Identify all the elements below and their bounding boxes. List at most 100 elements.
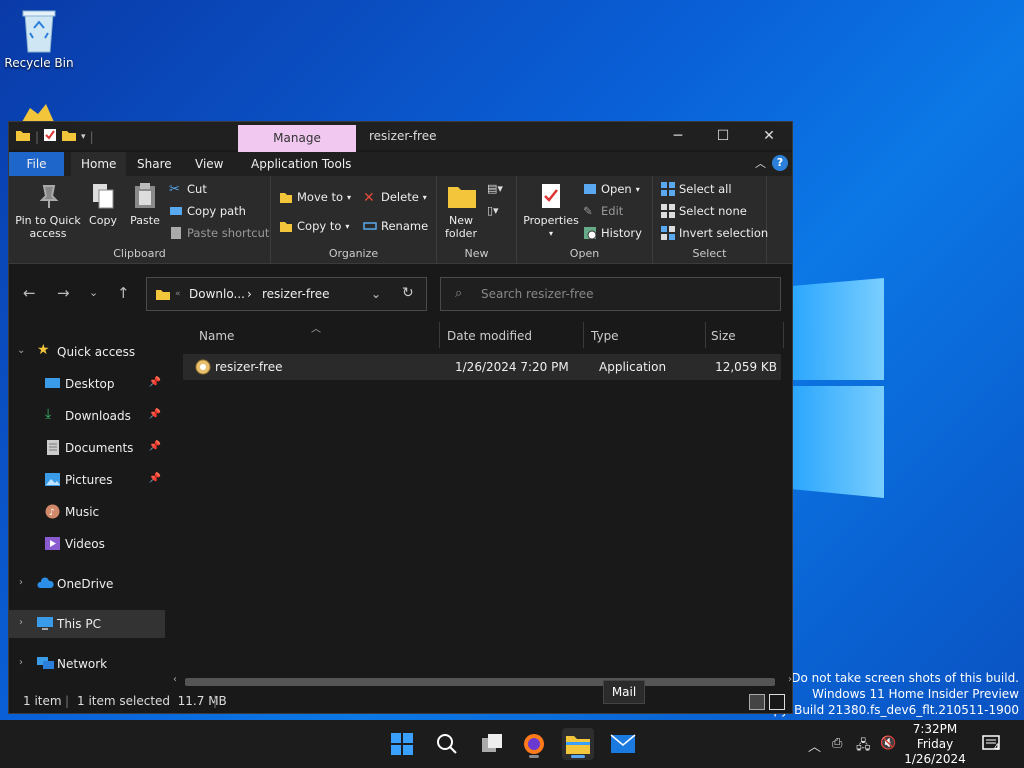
select-none-button[interactable]: Select none [661,204,747,218]
back-button[interactable]: ← [23,284,36,302]
collapse-ribbon-icon[interactable]: ︿ [755,155,766,171]
invert-selection-button[interactable]: Invert selection [661,226,768,240]
up-button[interactable]: ↑ [117,284,130,302]
open-button[interactable]: Open ▾ [583,182,640,196]
chevron-right-icon[interactable]: › [19,657,23,668]
history-button[interactable]: History [583,226,642,240]
rename-icon [363,219,377,233]
nav-desktop[interactable]: Desktop 📌 [9,370,165,398]
column-name[interactable]: Name [199,329,234,343]
scroll-left-icon[interactable]: ‹ [173,674,177,685]
tab-share[interactable]: Share [127,152,182,176]
breadcrumb-separator[interactable]: › [247,287,252,301]
new-folder-button[interactable]: New folder [441,182,481,240]
address-dropdown-icon[interactable]: ⌄ [371,287,381,301]
show-hidden-icons-chevron-icon[interactable]: ︿ [808,736,821,755]
qat-dropdown-icon[interactable]: ▾ [81,132,86,142]
forward-button[interactable]: → [57,284,70,302]
cut-button[interactable]: ✂ Cut [169,182,207,197]
column-date-modified[interactable]: Date modified [447,329,532,343]
pin-icon[interactable]: 📌 [149,441,161,452]
delete-button[interactable]: ✕ Delete ▾ [363,190,427,206]
chevron-right-icon[interactable]: › [19,617,23,628]
paste-button[interactable]: Paste [127,182,163,227]
column-divider[interactable] [783,322,784,348]
search-taskbar-button[interactable] [431,728,463,760]
title-bar[interactable]: | ▾ | Manage resizer-free ─ ☐ ✕ [9,122,792,153]
properties-button[interactable]: Properties ▾ [523,182,579,240]
column-divider[interactable] [439,322,440,348]
pin-to-quick-access-button[interactable]: Pin to Quick access [13,182,83,240]
notification-center-button[interactable]: 4 [982,734,1002,754]
rename-button[interactable]: Rename [363,219,428,233]
column-size[interactable]: Size [711,329,736,343]
breadcrumb-downloads[interactable]: Downlo... [189,287,245,301]
nav-videos[interactable]: Videos [9,530,165,558]
new-item-icon[interactable]: ▤▾ [487,182,503,195]
large-icons-view-icon[interactable] [769,694,785,710]
close-button[interactable]: ✕ [754,126,784,146]
paste-shortcut-button[interactable]: Paste shortcut [169,226,269,240]
clock[interactable]: 7:32PM Friday 1/26/2024 [900,722,970,767]
volume-muted-icon[interactable]: 🔇 [880,736,896,751]
nav-onedrive[interactable]: › OneDrive [9,570,165,598]
breadcrumb-resizer-free[interactable]: resizer-free [262,287,329,301]
clock-time: 7:32PM [912,722,958,736]
new-folder-qat-icon[interactable] [61,128,77,145]
recent-locations-button[interactable]: ⌄ [89,286,98,299]
pin-icon[interactable]: 📌 [149,377,161,388]
nav-music[interactable]: ♪ Music [9,498,165,526]
recycle-bin[interactable]: Recycle Bin [3,8,75,70]
clock-day: Friday [916,737,954,751]
network-tray-icon[interactable]: 🖧 [856,736,871,758]
nav-documents[interactable]: Documents 📌 [9,434,165,462]
nav-pictures[interactable]: Pictures 📌 [9,466,165,494]
application-icon [195,359,211,378]
desktop-folder-icon[interactable] [18,104,58,122]
nav-quick-access[interactable]: ⌄ ★ Quick access [9,338,165,366]
copy-button[interactable]: Copy [85,182,121,227]
address-bar[interactable]: « Downlo... › resizer-free ⌄ ↻ [146,277,427,311]
status-separator: | [65,694,70,708]
tab-file[interactable]: File [9,152,64,176]
file-explorer-taskbar-button[interactable] [562,728,594,760]
firefox-taskbar-button[interactable] [518,728,550,760]
copy-path-button[interactable]: Copy path [169,204,246,218]
refresh-icon[interactable]: ↻ [402,285,414,301]
column-type[interactable]: Type [591,329,619,343]
properties-check-icon[interactable] [43,128,57,145]
column-divider[interactable] [583,322,584,348]
easy-access-icon[interactable]: ▯▾ [487,204,499,217]
scrollbar-thumb[interactable] [185,678,775,686]
nav-this-pc[interactable]: › This PC [9,610,165,638]
horizontal-scrollbar[interactable]: ‹ › [169,674,792,690]
maximize-button[interactable]: ☐ [708,126,738,146]
pin-icon[interactable]: 📌 [149,409,161,420]
details-view-icon[interactable] [749,694,765,710]
start-button[interactable] [386,728,418,760]
move-to-button[interactable]: Move to ▾ [279,190,351,204]
minimize-button[interactable]: ─ [663,126,693,146]
tab-application-tools[interactable]: Application Tools [241,152,361,176]
mail-taskbar-button[interactable] [607,728,639,760]
help-icon[interactable]: ? [772,155,788,171]
tab-view[interactable]: View [185,152,233,176]
tab-home[interactable]: Home [71,152,127,176]
select-none-icon [661,204,675,218]
edit-pencil-icon: ✎ [583,204,593,218]
pin-icon[interactable]: 📌 [149,473,161,484]
column-divider[interactable] [705,322,706,348]
manage-context-tab[interactable]: Manage [238,125,356,153]
chevron-right-icon[interactable]: › [19,577,23,588]
nav-network[interactable]: › Network [9,650,165,678]
chevron-down-icon[interactable]: ⌄ [17,345,25,356]
meet-now-icon[interactable]: ⎙ [832,736,842,751]
search-box[interactable]: ⌕ Search resizer-free [440,277,781,311]
edit-button[interactable]: ✎ Edit [583,204,623,218]
task-view-button[interactable] [476,728,508,760]
copy-to-button[interactable]: Copy to ▾ [279,219,349,233]
table-row[interactable]: resizer-free 1/26/2024 7:20 PM Applicati… [183,354,781,380]
select-all-button[interactable]: Select all [661,182,732,196]
scroll-right-icon[interactable]: › [788,674,792,685]
nav-downloads[interactable]: ⤓ Downloads 📌 [9,402,165,430]
